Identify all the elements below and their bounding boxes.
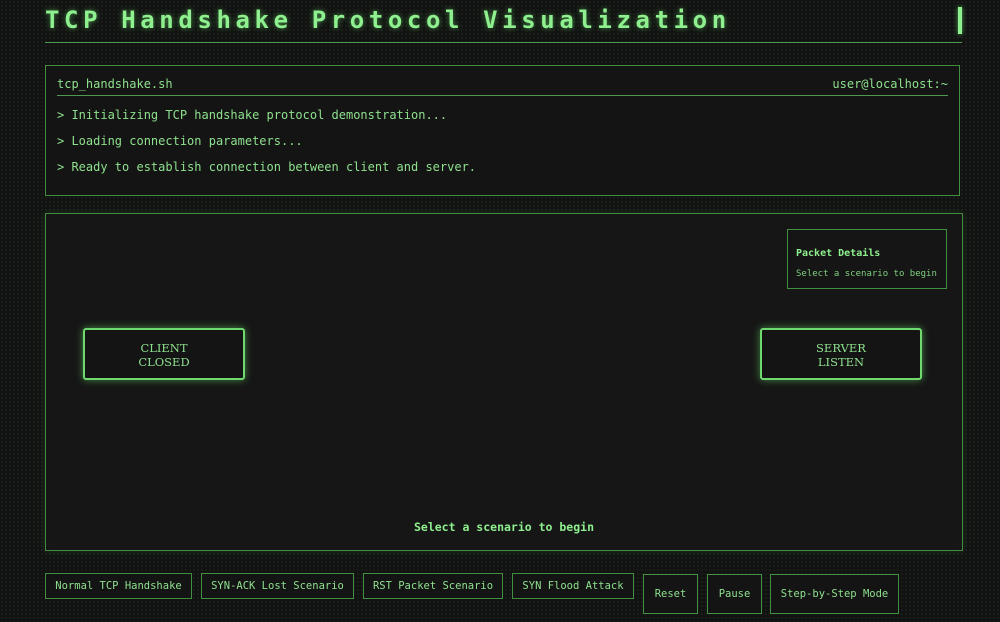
pause-button[interactable]: Pause [707, 574, 762, 614]
terminal-user-prompt: user@localhost:~ [832, 77, 948, 91]
reset-button[interactable]: Reset [643, 574, 698, 614]
terminal-filename: tcp_handshake.sh [57, 77, 173, 91]
normal-handshake-button[interactable]: Normal TCP Handshake [45, 573, 192, 599]
synack-lost-button[interactable]: SYN-ACK Lost Scenario [201, 573, 354, 599]
blinking-cursor-icon [958, 7, 962, 34]
page-header: TCP Handshake Protocol Visualization [45, 0, 962, 43]
rst-packet-button[interactable]: RST Packet Scenario [363, 573, 503, 599]
client-label: CLIENT [140, 341, 188, 355]
client-state: CLOSED [138, 355, 190, 369]
server-state: LISTEN [817, 355, 865, 369]
terminal-panel: tcp_handshake.sh user@localhost:~ > Init… [45, 65, 960, 196]
terminal-title-bar: tcp_handshake.sh user@localhost:~ [57, 77, 948, 96]
page-title: TCP Handshake Protocol Visualization [45, 6, 731, 34]
terminal-line: > Loading connection parameters... [57, 134, 303, 148]
status-message: Select a scenario to begin [413, 520, 594, 534]
packet-details-text: Select a scenario to begin [796, 269, 937, 279]
visualization-stage: Packet Details Select a scenario to begi… [45, 213, 963, 551]
client-node: CLIENT CLOSED [83, 328, 245, 380]
step-mode-button[interactable]: Step-by-Step Mode [770, 574, 899, 614]
packet-details-title: Packet Details [796, 248, 881, 259]
syn-flood-button[interactable]: SYN Flood Attack [512, 573, 634, 599]
terminal-line: > Ready to establish connection between … [57, 160, 477, 174]
packet-details-panel: Packet Details Select a scenario to begi… [787, 229, 947, 289]
server-label: SERVER [816, 341, 866, 355]
terminal-line: > Initializing TCP handshake protocol de… [57, 108, 448, 122]
server-node: SERVER LISTEN [760, 328, 922, 380]
